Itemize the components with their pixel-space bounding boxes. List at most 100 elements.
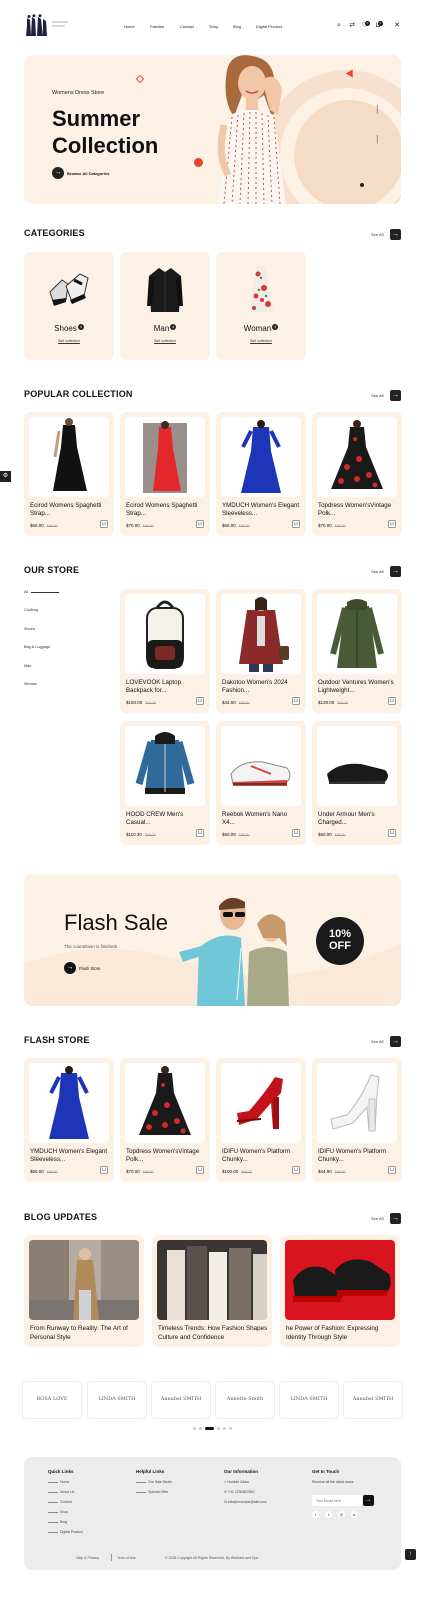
footer-link[interactable]: Digital Product	[48, 1530, 83, 1534]
product-card[interactable]: Ecirod Womens Spaghetti Strap... $60.00 $…	[24, 412, 114, 536]
instagram-icon[interactable]: ◎	[338, 1511, 345, 1518]
nav-shop[interactable]: Shop	[209, 24, 218, 29]
product-name[interactable]: Dakotoo Women's 2024 Fashion...	[222, 679, 300, 695]
footer-link[interactable]: About Us	[48, 1490, 74, 1494]
add-to-cart-icon[interactable]: ⊔	[196, 520, 204, 528]
facebook-icon[interactable]: f	[312, 1511, 319, 1518]
add-to-cart-icon[interactable]: ⊔	[292, 520, 300, 528]
product-card[interactable]: Dakotoo Women's 2024 Fashion... $44.50 $8…	[216, 589, 306, 713]
add-to-cart-icon[interactable]: ⊔	[388, 1166, 396, 1174]
nav-blog[interactable]: Blog	[233, 24, 241, 29]
product-card[interactable]: HOOD CREW Men's Casual... $110.30 $99.00 …	[120, 721, 210, 845]
product-name[interactable]: Topdress Women'sVintage Polk...	[126, 1148, 204, 1164]
product-card[interactable]: Reebok Women's Nano X4... $50.09 $89.00 ⊔	[216, 721, 306, 845]
carousel-dot[interactable]	[229, 1427, 232, 1430]
brand-logo-card[interactable]: LINDA SMITH	[87, 1381, 147, 1419]
footer-link[interactable]: Blog	[48, 1520, 67, 1524]
blog-card[interactable]: he Power of Fashion: Expressing Identity…	[280, 1235, 400, 1347]
add-to-cart-icon[interactable]: ⊔	[196, 1166, 204, 1174]
product-card[interactable]: YMDUCH Women's Elegant Sleeveless... $60…	[216, 412, 306, 536]
nav-home[interactable]: Home	[124, 24, 135, 29]
product-card[interactable]: Topdress Women'sVintage Polk... $70.00 $8…	[120, 1058, 210, 1182]
add-to-cart-icon[interactable]: ⊔	[196, 829, 204, 837]
close-icon[interactable]: ✕	[393, 22, 401, 30]
product-name[interactable]: IDIFU Women's Platform Chunky...	[222, 1148, 300, 1164]
add-to-cart-icon[interactable]: ⊔	[196, 697, 204, 705]
scroll-to-top-icon[interactable]: ↑	[405, 1549, 416, 1560]
category-see-collection-link[interactable]: See collection	[120, 339, 210, 343]
store-filter-man[interactable]: Man	[24, 664, 31, 668]
store-filter-shoes[interactable]: Shoes	[24, 627, 35, 631]
product-name[interactable]: Reebok Women's Nano X4...	[222, 811, 300, 827]
store-filter-bag-luggage[interactable]: Bag & Luggage	[24, 645, 50, 649]
brand-logo-card[interactable]: Annabel SMITH	[343, 1381, 403, 1419]
add-to-cart-icon[interactable]: ⊔	[292, 1166, 300, 1174]
product-card[interactable]: IDIFU Women's Platform Chunky... $44.90 $…	[312, 1058, 402, 1182]
product-name[interactable]: YMDUCH Women's Elegant Sleeveless...	[30, 1148, 108, 1164]
blog-post-title[interactable]: From Runway to Reality: The Art of Perso…	[30, 1324, 142, 1342]
product-name[interactable]: Outdoor Ventures Women's Lightweight...	[318, 679, 396, 695]
hero-cta-button[interactable]: → Browse All Categories	[52, 167, 109, 179]
newsletter-submit-arrow-icon[interactable]: →	[363, 1495, 374, 1506]
popular-arrow-icon[interactable]: →	[390, 390, 401, 401]
blog-arrow-icon[interactable]: →	[390, 1213, 401, 1224]
product-name[interactable]: Under Armour Men's Charged...	[318, 811, 396, 827]
category-card-man[interactable]: Man 4 See collection	[120, 252, 210, 360]
compare-icon[interactable]: ⇄	[348, 22, 356, 30]
youtube-icon[interactable]: ▸	[351, 1511, 358, 1518]
flash-store-arrow-icon[interactable]: →	[390, 1036, 401, 1047]
footer-help-privacy-link[interactable]: Help & Privacy	[76, 1556, 99, 1560]
add-to-cart-icon[interactable]: ⊔	[388, 697, 396, 705]
side-settings-icon[interactable]: ⚙	[0, 471, 11, 482]
blog-post-title[interactable]: Timeless Trends: How Fashion Shapes Cult…	[158, 1324, 270, 1342]
product-name[interactable]: YMDUCH Women's Elegant Sleeveless...	[222, 502, 300, 518]
footer-link[interactable]: Shop	[48, 1510, 68, 1514]
product-card[interactable]: Topdress Women'sVintage Polk... $70.00 $8…	[312, 412, 402, 536]
product-name[interactable]: IDIFU Women's Platform Chunky...	[318, 1148, 396, 1164]
category-see-collection-link[interactable]: See collection	[216, 339, 306, 343]
store-arrow-icon[interactable]: →	[390, 566, 401, 577]
product-card[interactable]: IDIFU Women's Platform Chunky... $100.00…	[216, 1058, 306, 1182]
add-to-cart-icon[interactable]: ⊔	[292, 697, 300, 705]
blog-card[interactable]: Timeless Trends: How Fashion Shapes Cult…	[152, 1235, 272, 1347]
product-card[interactable]: LOVEVOOK Laptop Backpack for... $160.00 $…	[120, 589, 210, 713]
carousel-dot[interactable]	[199, 1427, 202, 1430]
categories-see-all[interactable]: See All	[371, 232, 383, 237]
footer-link[interactable]: Our Sale Deals	[136, 1480, 172, 1484]
brand-logo[interactable]	[24, 14, 48, 38]
nav-fashion[interactable]: Fashion	[150, 24, 164, 29]
product-name[interactable]: Ecirod Womens Spaghetti Strap...	[30, 502, 108, 518]
product-card[interactable]: Under Armour Men's Charged... $60.00 $89.…	[312, 721, 402, 845]
store-filter-woman[interactable]: Woman	[24, 682, 37, 686]
carousel-dot[interactable]	[217, 1427, 220, 1430]
footer-terms-link[interactable]: Term of Use	[117, 1556, 136, 1560]
newsletter-email-input[interactable]	[312, 1495, 362, 1506]
brand-logo-card[interactable]: Annabel SMITH	[151, 1381, 211, 1419]
add-to-cart-icon[interactable]: ⊔	[388, 829, 396, 837]
brand-logo-card[interactable]: ROSA LOVE	[22, 1381, 82, 1419]
add-to-cart-icon[interactable]: ⊔	[100, 1166, 108, 1174]
product-card[interactable]: Ecirod Womens Spaghetti Strap... $70.00 $…	[120, 412, 210, 536]
product-name[interactable]: LOVEVOOK Laptop Backpack for...	[126, 679, 204, 695]
footer-link[interactable]: Special Offer	[136, 1490, 168, 1494]
category-see-collection-link[interactable]: See collection	[24, 339, 114, 343]
footer-link[interactable]: Home	[48, 1480, 69, 1484]
nav-contact[interactable]: Contact	[180, 24, 194, 29]
category-card-shoes[interactable]: Shoes 4 See collection	[24, 252, 114, 360]
add-to-cart-icon[interactable]: ⊔	[388, 520, 396, 528]
product-card[interactable]: YMDUCH Women's Elegant Sleeveless... $60…	[24, 1058, 114, 1182]
twitter-icon[interactable]: t	[325, 1511, 332, 1518]
carousel-dot[interactable]	[223, 1427, 226, 1430]
store-see-all[interactable]: See All	[371, 569, 383, 574]
search-icon[interactable]: ⌕	[335, 22, 343, 30]
category-card-woman[interactable]: Woman 4 See collection	[216, 252, 306, 360]
footer-link[interactable]: Contact	[48, 1500, 72, 1504]
popular-see-all[interactable]: See All	[371, 393, 383, 398]
product-name[interactable]: Ecirod Womens Spaghetti Strap...	[126, 502, 204, 518]
blog-card[interactable]: From Runway to Reality: The Art of Perso…	[24, 1235, 144, 1347]
flash-store-see-all[interactable]: See All	[371, 1039, 383, 1044]
add-to-cart-icon[interactable]: ⊔	[292, 829, 300, 837]
product-name[interactable]: HOOD CREW Men's Casual...	[126, 811, 204, 827]
carousel-dot[interactable]	[193, 1427, 196, 1430]
blog-see-all[interactable]: See All	[371, 1216, 383, 1221]
